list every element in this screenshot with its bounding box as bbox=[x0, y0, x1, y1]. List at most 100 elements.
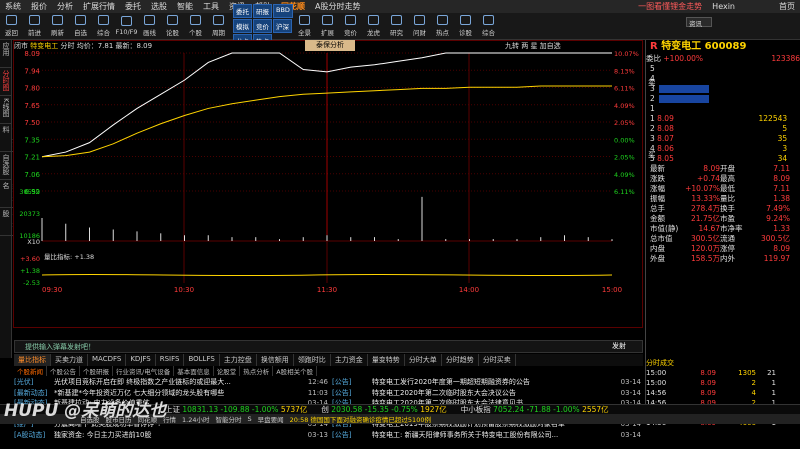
news-tab-0[interactable]: 个股新闻 bbox=[14, 366, 47, 376]
bottom-item-8[interactable]: 20:58 德国国下面对融资确诊疫情已超过5100例 bbox=[290, 414, 431, 424]
toolbar-button-8[interactable]: 个股 bbox=[184, 13, 207, 39]
toolbar-button-1[interactable]: 前进 bbox=[23, 13, 46, 39]
weicha-value: 123386 bbox=[771, 54, 800, 63]
toolbar-button-3[interactable]: 自选 bbox=[69, 13, 92, 39]
quote-label: 市净率 bbox=[720, 224, 743, 233]
home-button[interactable]: 首页 bbox=[774, 1, 800, 12]
left-nav-item-4[interactable]: 自选股 bbox=[0, 152, 12, 180]
toolbar-icon bbox=[213, 15, 224, 25]
news-tab-1[interactable]: 个股公告 bbox=[47, 366, 80, 376]
sell-level-5: 5 bbox=[646, 64, 800, 74]
indicator-tab-8[interactable]: 领跑时比 bbox=[294, 354, 331, 366]
news-title[interactable]: 特变电工: 新疆天阳律师事务所关于特变电工股份有限公司... bbox=[372, 430, 617, 441]
toolbar-button-10[interactable]: 全景 bbox=[293, 13, 316, 39]
menu-item-3[interactable]: 扩展行情 bbox=[78, 1, 120, 12]
toolbar-button-17[interactable]: 诊股 bbox=[454, 13, 477, 39]
news-title[interactable]: 特变电工2020年第二次临时股东大会决议公告 bbox=[372, 388, 617, 399]
indicator-tab-6[interactable]: 主力控盘 bbox=[220, 354, 257, 366]
news-tab-4[interactable]: 基本面信息 bbox=[174, 366, 214, 376]
toolbar-label: 全景 bbox=[298, 29, 311, 37]
y-tick: 7.65 bbox=[24, 102, 40, 110]
menu-item-7[interactable]: 工具 bbox=[198, 1, 224, 12]
news-item[interactable]: [公告] 特变电工2020年第二次临时股东大会决议公告 03-14 bbox=[332, 388, 643, 399]
indicator-tab-9[interactable]: 主力资金 bbox=[331, 354, 368, 366]
quote-value: 14.67 bbox=[698, 224, 720, 233]
toolbar-button-2[interactable]: 刷新 bbox=[46, 13, 69, 39]
menu-item-0[interactable]: 系统 bbox=[0, 1, 26, 12]
toolbar-button-0[interactable]: 返回 bbox=[0, 13, 23, 39]
toolbar-button-4[interactable]: 综合 bbox=[92, 13, 115, 39]
indicator-tab-13[interactable]: 分时买卖 bbox=[479, 354, 516, 366]
left-nav: 应用分时图K线图个股资料自选股综合排名牛叉诊股 bbox=[0, 40, 22, 358]
chart-links[interactable]: 九转 两 星 加自选 bbox=[505, 41, 561, 51]
quick-button-3[interactable]: 模拟 bbox=[233, 19, 252, 33]
market-status: 闭市 bbox=[14, 42, 28, 50]
news-item[interactable]: [光伏] 光伏项目竞标开启在即 终极指数之产业链标的或迎最大... 12:46 bbox=[14, 377, 330, 388]
news-title[interactable]: 独家资金: 今日主力买进前10股 bbox=[54, 430, 304, 441]
toolbar-button-16[interactable]: 热点 bbox=[431, 13, 454, 39]
indicator-tab-10[interactable]: 量变特势 bbox=[368, 354, 405, 366]
analysis-tab[interactable]: 泰保分析 bbox=[305, 40, 355, 51]
toolbar-button-6[interactable]: 画线 bbox=[138, 13, 161, 39]
quote-label: 振幅 bbox=[650, 194, 665, 203]
quick-button-1[interactable]: 研报 bbox=[253, 4, 272, 18]
toolbar-button-18[interactable]: 综合 bbox=[477, 13, 500, 39]
news-tab-7[interactable]: A股相关个股 bbox=[273, 366, 318, 376]
toolbar-button-5[interactable]: F10/F9 bbox=[115, 13, 138, 39]
toolbar-label: 研究 bbox=[390, 29, 403, 37]
left-nav-item-1[interactable]: 分时图 bbox=[0, 68, 12, 96]
search-input[interactable]: 资讯 bbox=[686, 17, 712, 28]
indicator-tab-7[interactable]: 换信额用 bbox=[257, 354, 294, 366]
quick-button-5[interactable]: 沪深 bbox=[273, 19, 292, 33]
quick-button-2[interactable]: BBD bbox=[273, 4, 293, 18]
news-tab-5[interactable]: 论股堂 bbox=[214, 366, 241, 376]
indicator-tab-4[interactable]: RSIFS bbox=[156, 354, 185, 366]
quick-button-4[interactable]: 竞价 bbox=[253, 19, 272, 33]
bottom-item-7[interactable]: 早盘要闻 bbox=[258, 414, 284, 424]
bottom-item-4[interactable]: 1.24小时 bbox=[182, 414, 209, 424]
news-item[interactable]: [A股动态] 独家资金: 今日主力买进前10股 03-13 bbox=[14, 430, 330, 441]
bottom-item-5[interactable]: 智能分时 bbox=[215, 414, 241, 424]
quick-button-0[interactable]: 委托 bbox=[233, 4, 252, 18]
toolbar-button-14[interactable]: 研究 bbox=[385, 13, 408, 39]
menu-item-5[interactable]: 选股 bbox=[146, 1, 172, 12]
menu-item-4[interactable]: 委托 bbox=[120, 1, 146, 12]
bottom-item-6[interactable]: S bbox=[247, 415, 251, 423]
toolbar-icon bbox=[368, 15, 379, 25]
indicator-tab-2[interactable]: MACDFS bbox=[88, 354, 127, 366]
news-tab-3[interactable]: 行业资讯/电气设备 bbox=[113, 366, 175, 376]
index-field: 2030.58 bbox=[328, 405, 363, 414]
toolbar-button-13[interactable]: 龙虎 bbox=[362, 13, 385, 39]
intraday-chart[interactable]: 8.09 10.07% 7.94 8.13% 7.80 6.11% 7.65 4.09% 7.5… bbox=[13, 40, 643, 328]
toolbar-button-11[interactable]: 扩展 bbox=[316, 13, 339, 39]
index-field: -1.00% bbox=[550, 405, 580, 414]
indicator-tab-1[interactable]: 买卖力道 bbox=[51, 354, 88, 366]
time-label: 15:00 bbox=[602, 286, 622, 294]
toolbar-button-15[interactable]: 问财 bbox=[408, 13, 431, 39]
news-item[interactable]: [公告] 特变电工发行2020年度第一期超短期融资券的公告 03-14 bbox=[332, 377, 643, 388]
indicator-tab-5[interactable]: BOLLFS bbox=[184, 354, 220, 366]
toolbar-button-12[interactable]: 竞价 bbox=[339, 13, 362, 39]
indicator-tab-12[interactable]: 分时趋势 bbox=[442, 354, 479, 366]
y-tick: 7.50 bbox=[24, 119, 40, 127]
indicator-tab-3[interactable]: KDJFS bbox=[126, 354, 156, 366]
left-nav-item-2[interactable]: K线图 bbox=[0, 96, 12, 124]
news-title[interactable]: 光伏项目竞标开启在即 终极指数之产业链标的或迎最大... bbox=[54, 377, 304, 388]
news-tab-6[interactable]: 热点分析 bbox=[240, 366, 274, 376]
menu-item-1[interactable]: 报价 bbox=[26, 1, 52, 12]
indicator-tab-0[interactable]: 量比指标 bbox=[14, 354, 51, 366]
menu-item-2[interactable]: 分析 bbox=[52, 1, 78, 12]
indicator-tab-11[interactable]: 分时大单 bbox=[405, 354, 442, 366]
news-title[interactable]: 特变电工发行2020年度第一期超短期融资券的公告 bbox=[372, 377, 617, 388]
danmaku-input[interactable]: 提供输入弹幕发射吧！ bbox=[14, 340, 643, 353]
news-item[interactable]: [公告] 特变电工: 新疆天阳律师事务所关于特变电工股份有限公司... 03-14 bbox=[332, 430, 643, 441]
toolbar-button-7[interactable]: 论股 bbox=[161, 13, 184, 39]
toolbar-button-9[interactable]: 周期 bbox=[207, 13, 230, 39]
promo-link[interactable]: 一图看懂锂金走势 bbox=[633, 1, 707, 12]
menu-item-6[interactable]: 智能 bbox=[172, 1, 198, 12]
pct-tick: 8.13% bbox=[614, 67, 635, 75]
news-tab-2[interactable]: 个股研报 bbox=[80, 366, 113, 376]
quote-label: 内外 bbox=[720, 254, 735, 263]
send-button[interactable]: 发射 bbox=[612, 341, 626, 351]
left-nav-item-0[interactable]: 应用 bbox=[0, 40, 12, 68]
